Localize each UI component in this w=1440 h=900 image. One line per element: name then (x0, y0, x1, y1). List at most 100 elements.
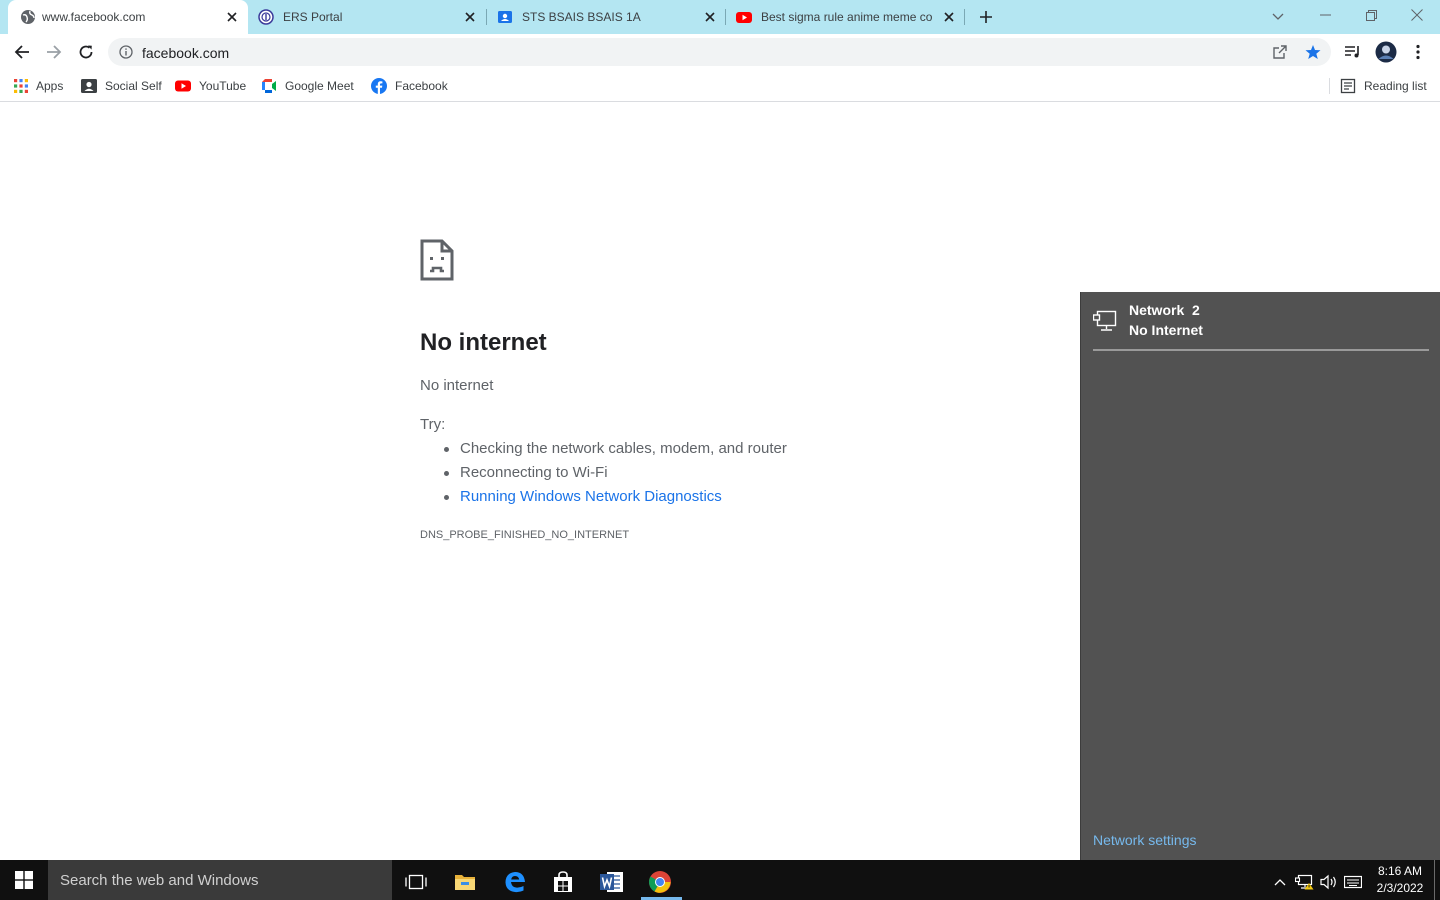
network-diagnostics-link[interactable]: Running Windows Network Diagnostics (460, 488, 722, 505)
globe-icon (20, 9, 36, 25)
restore-icon (1365, 9, 1377, 21)
error-code: DNS_PROBE_FINISHED_NO_INTERNET (420, 529, 630, 541)
taskbar-search-box[interactable]: Search the web and Windows (48, 860, 392, 900)
browser-toolbar: facebook.com (0, 34, 1440, 70)
tab-title: STS BSAIS BSAIS 1A (522, 10, 641, 24)
tab-search-button[interactable] (1268, 7, 1288, 27)
info-icon[interactable] (119, 45, 133, 59)
search-placeholder: Search the web and Windows (60, 872, 259, 889)
back-arrow-icon (14, 45, 29, 59)
chevron-down-icon (1272, 13, 1284, 20)
network-name[interactable]: Network 2 (1129, 302, 1200, 318)
bookmark-label: Google Meet (285, 79, 354, 93)
edge-icon (505, 872, 525, 893)
input-indicator-button[interactable] (1341, 864, 1365, 900)
reading-list-icon (1340, 78, 1356, 94)
tab-sts-bsais[interactable]: STS BSAIS BSAIS 1A (487, 0, 725, 34)
bookmark-youtube[interactable]: YouTube (175, 76, 246, 96)
tab-strip: www.facebook.com ERS Portal STS BSAIS BS… (0, 0, 1440, 34)
store-bag-icon (554, 871, 572, 892)
reload-icon (79, 45, 93, 59)
keyboard-icon (1344, 875, 1362, 889)
file-explorer-button[interactable] (441, 864, 489, 900)
tab-ers-portal[interactable]: ERS Portal (248, 0, 486, 34)
network-tray-button[interactable] (1293, 864, 1317, 900)
url-text[interactable]: facebook.com (142, 45, 229, 61)
close-tab-icon[interactable] (224, 9, 240, 25)
new-tab-button[interactable] (976, 7, 996, 27)
media-controls-button[interactable] (1341, 40, 1365, 64)
bullet (444, 471, 449, 476)
bookmark-facebook[interactable]: Facebook (371, 76, 448, 96)
bookmark-apps[interactable]: Apps (14, 76, 63, 96)
bookmark-label: YouTube (199, 79, 247, 93)
network-status: No Internet (1129, 322, 1203, 338)
reading-list-label: Reading list (1364, 79, 1427, 93)
plus-icon (980, 11, 992, 23)
google-meet-icon (262, 79, 276, 93)
windows-logo-icon (15, 871, 33, 889)
close-window-button[interactable] (1394, 0, 1440, 30)
tab-youtube-video[interactable]: Best sigma rule anime meme cor (726, 0, 964, 34)
youtube-icon (175, 80, 191, 92)
task-view-button[interactable] (392, 864, 440, 900)
clock-time[interactable]: 8:16 AM (1372, 864, 1428, 878)
bookmark-label: Facebook (395, 79, 448, 93)
bookmark-google-meet[interactable]: Google Meet (261, 76, 354, 96)
share-icon[interactable] (1272, 44, 1288, 60)
error-subtitle: No internet (420, 377, 494, 394)
playlist-icon (1345, 46, 1359, 58)
apps-grid-icon (14, 79, 28, 93)
suggestion-check-cables: Checking the network cables, modem, and … (460, 440, 787, 457)
ethernet-network-icon (1093, 310, 1117, 332)
reload-button[interactable] (74, 40, 98, 64)
bullet (444, 447, 449, 452)
browser-menu-button[interactable] (1406, 40, 1430, 64)
forward-button[interactable] (42, 40, 66, 64)
tab-separator (964, 9, 965, 25)
tab-title: ERS Portal (283, 10, 343, 24)
task-view-icon (405, 874, 427, 890)
bookmark-social-self[interactable]: Social Self (81, 76, 162, 96)
network-settings-link[interactable]: Network settings (1093, 832, 1196, 848)
close-tab-icon[interactable] (941, 9, 957, 25)
bookmark-label: Apps (36, 79, 64, 93)
youtube-icon (736, 9, 752, 25)
tab-title: Best sigma rule anime meme cor (761, 10, 933, 24)
close-tab-icon[interactable] (702, 9, 718, 25)
volume-tray-button[interactable] (1317, 864, 1341, 900)
back-button[interactable] (10, 40, 34, 64)
close-icon (1411, 9, 1423, 21)
edge-button[interactable] (491, 864, 539, 900)
classroom-icon (497, 9, 513, 25)
ers-logo-icon (258, 9, 274, 25)
show-hidden-icons-button[interactable] (1268, 864, 1292, 900)
start-button[interactable] (0, 860, 48, 900)
facebook-icon (371, 78, 387, 94)
chevron-up-icon (1274, 879, 1286, 886)
bookmarks-divider (1329, 78, 1330, 94)
clock-date[interactable]: 2/3/2022 (1372, 881, 1428, 895)
close-tab-icon[interactable] (462, 9, 478, 25)
profile-avatar[interactable] (1374, 40, 1398, 64)
word-icon (600, 872, 623, 892)
minimize-button[interactable] (1302, 0, 1348, 30)
bookmarks-bar: Apps Social Self YouTube Google Meet Fac… (0, 70, 1440, 102)
tab-facebook[interactable]: www.facebook.com (8, 0, 248, 34)
suggestion-reconnect-wifi: Reconnecting to Wi-Fi (460, 464, 608, 481)
tab-title: www.facebook.com (42, 10, 146, 24)
word-button[interactable] (588, 864, 636, 900)
contact-card-icon (81, 79, 97, 93)
bookmark-star-icon[interactable] (1305, 44, 1321, 60)
try-label: Try: (420, 416, 446, 433)
network-flyout: Network 2 No Internet Network settings (1080, 292, 1440, 860)
chrome-button[interactable] (637, 864, 683, 900)
network-warning-icon (1295, 874, 1314, 890)
address-bar[interactable]: facebook.com (108, 38, 1331, 66)
minimize-icon (1319, 14, 1331, 16)
restore-button[interactable] (1348, 0, 1394, 30)
show-desktop-button[interactable] (1434, 860, 1435, 900)
reading-list-button[interactable]: Reading list (1340, 76, 1427, 96)
store-button[interactable] (539, 864, 587, 900)
folder-icon (455, 875, 475, 890)
